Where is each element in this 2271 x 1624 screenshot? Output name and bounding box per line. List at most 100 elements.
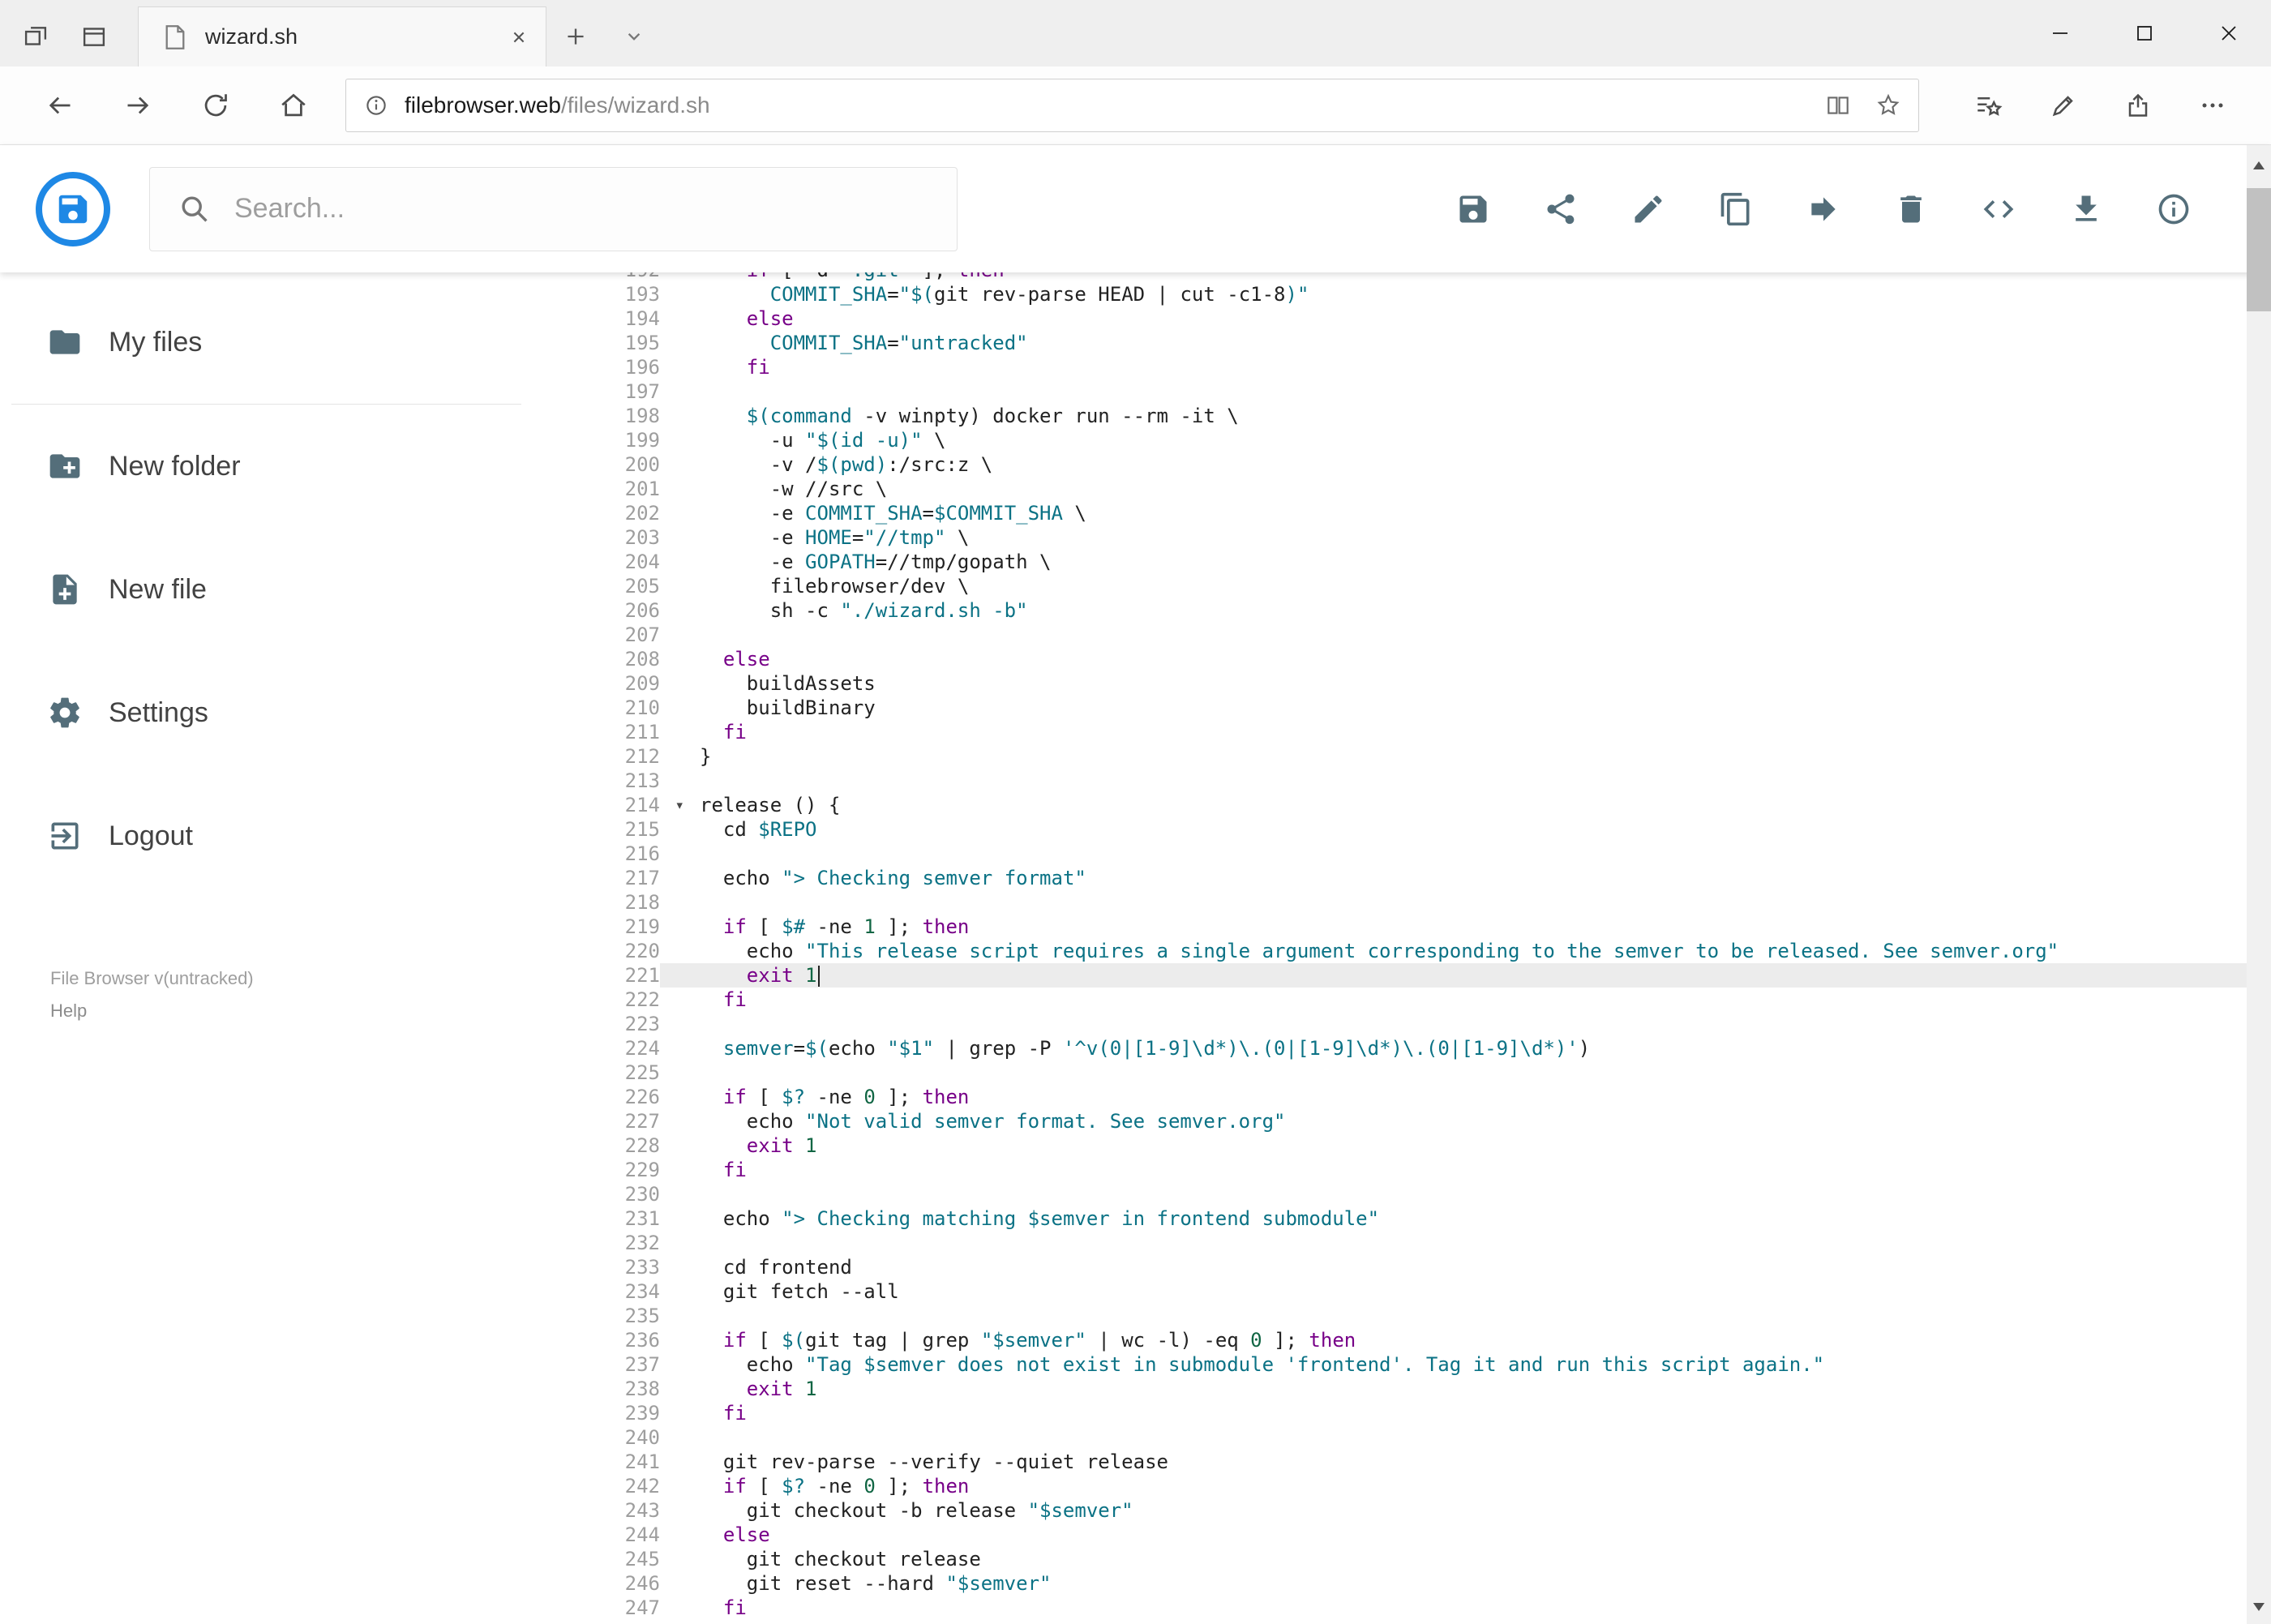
code-line[interactable]: 236 if [ $(git tag | grep "$semver" | wc… — [579, 1328, 2271, 1352]
sidebar-item-my-files[interactable]: My files — [0, 281, 579, 404]
code-line[interactable]: 207 — [579, 623, 2271, 647]
minimize-button[interactable] — [2018, 0, 2102, 66]
tab-list-button[interactable] — [605, 6, 663, 66]
code-line-text[interactable]: -e GOPATH=//tmp/gopath \ — [660, 550, 2271, 574]
code-line-text[interactable]: buildBinary — [660, 696, 2271, 720]
code-line-text[interactable]: cd $REPO — [660, 817, 2271, 842]
code-line[interactable]: 231 echo "> Checking matching $semver in… — [579, 1206, 2271, 1231]
page-info-icon[interactable] — [362, 92, 390, 119]
address-bar[interactable]: filebrowser.web/files/wizard.sh — [345, 79, 1919, 132]
code-line-text[interactable]: git reset --hard "$semver" — [660, 1571, 2271, 1596]
code-line-text[interactable] — [660, 623, 2271, 647]
sidebar-item-settings[interactable]: Settings — [0, 651, 579, 774]
code-line-text[interactable]: else — [660, 306, 2271, 331]
code-line-text[interactable]: if [ $# -ne 1 ]; then — [660, 915, 2271, 939]
code-line[interactable]: 210 buildBinary — [579, 696, 2271, 720]
code-line[interactable]: 222 fi — [579, 988, 2271, 1012]
new-tab-button[interactable] — [546, 6, 605, 66]
code-line-text[interactable]: fi — [660, 355, 2271, 379]
tab-preview-button[interactable] — [6, 6, 65, 66]
search-input[interactable] — [233, 192, 929, 225]
code-line-text[interactable] — [660, 1304, 2271, 1328]
code-line[interactable]: 240 — [579, 1425, 2271, 1450]
code-line[interactable]: 211 fi — [579, 720, 2271, 744]
fold-arrow-icon[interactable]: ▾ — [675, 793, 684, 817]
code-line[interactable]: 213 — [579, 769, 2271, 793]
code-line-text[interactable]: else — [660, 1523, 2271, 1547]
code-line-text[interactable]: $(command -v winpty) docker run --rm -it… — [660, 404, 2271, 428]
code-line-text[interactable]: semver=$(echo "$1" | grep -P '^v(0|[1-9]… — [660, 1036, 2271, 1061]
share-button[interactable] — [2101, 73, 2175, 138]
code-line[interactable]: 228 exit 1 — [579, 1133, 2271, 1158]
scroll-up-arrow-icon[interactable] — [2247, 153, 2271, 178]
code-line-text[interactable]: echo "Tag $semver does not exist in subm… — [660, 1352, 2271, 1377]
set-tabs-aside-button[interactable] — [65, 6, 123, 66]
close-button[interactable] — [2187, 0, 2271, 66]
code-line[interactable]: 242 if [ $? -ne 0 ]; then — [579, 1474, 2271, 1498]
code-line[interactable]: 230 — [579, 1182, 2271, 1206]
code-line-text[interactable]: git checkout -b release "$semver" — [660, 1498, 2271, 1523]
code-line-text[interactable]: git fetch --all — [660, 1279, 2271, 1304]
code-line-text[interactable]: release () { — [660, 793, 2271, 817]
code-line-text[interactable] — [660, 1425, 2271, 1450]
code-line-text[interactable]: exit 1 — [660, 1377, 2271, 1401]
code-line-text[interactable]: else — [660, 647, 2271, 671]
code-line[interactable]: 221 exit 1 — [579, 963, 2271, 988]
code-line-text[interactable]: -v /$(pwd):/src:z \ — [660, 452, 2271, 477]
code-line[interactable]: 209 buildAssets — [579, 671, 2271, 696]
code-line-text[interactable] — [660, 1061, 2271, 1085]
code-line-text[interactable] — [660, 1182, 2271, 1206]
code-line[interactable]: 193 COMMIT_SHA="$(git rev-parse HEAD | c… — [579, 282, 2271, 306]
move-button[interactable] — [1806, 191, 1841, 227]
search-box[interactable] — [149, 166, 958, 251]
code-line[interactable]: 200 -v /$(pwd):/src:z \ — [579, 452, 2271, 477]
code-line[interactable]: 218 — [579, 890, 2271, 915]
code-line-text[interactable]: -w //src \ — [660, 477, 2271, 501]
code-line[interactable]: 196 fi — [579, 355, 2271, 379]
code-line[interactable]: 199 -u "$(id -u)" \ — [579, 428, 2271, 452]
code-line[interactable]: 235 — [579, 1304, 2271, 1328]
sidebar-item-logout[interactable]: Logout — [0, 774, 579, 898]
code-line-text[interactable]: fi — [660, 720, 2271, 744]
code-line-text[interactable] — [660, 1231, 2271, 1255]
code-line[interactable]: 227 echo "Not valid semver format. See s… — [579, 1109, 2271, 1133]
code-line[interactable]: 203 -e HOME="//tmp" \ — [579, 525, 2271, 550]
refresh-button[interactable] — [177, 73, 255, 138]
vertical-scrollbar[interactable] — [2247, 145, 2271, 1624]
share-file-button[interactable] — [1543, 191, 1579, 227]
code-line[interactable]: 244 else — [579, 1523, 2271, 1547]
help-link[interactable]: Help — [50, 1001, 579, 1022]
code-line-text[interactable]: fi — [660, 1596, 2271, 1620]
code-line[interactable]: 216 — [579, 842, 2271, 866]
code-line[interactable]: 223 — [579, 1012, 2271, 1036]
favorite-star-icon[interactable] — [1875, 92, 1902, 119]
code-line-text[interactable] — [660, 769, 2271, 793]
code-line-text[interactable] — [660, 1012, 2271, 1036]
code-line[interactable]: 232 — [579, 1231, 2271, 1255]
scroll-down-arrow-icon[interactable] — [2247, 1595, 2271, 1619]
code-line-text[interactable]: -u "$(id -u)" \ — [660, 428, 2271, 452]
code-line-text[interactable]: if [ $? -ne 0 ]; then — [660, 1474, 2271, 1498]
code-line-text[interactable]: fi — [660, 988, 2271, 1012]
code-line-text[interactable]: sh -c "./wizard.sh -b" — [660, 598, 2271, 623]
code-line-text[interactable]: fi — [660, 1158, 2271, 1182]
code-line-text[interactable]: -e COMMIT_SHA=$COMMIT_SHA \ — [660, 501, 2271, 525]
code-line[interactable]: 238 exit 1 — [579, 1377, 2271, 1401]
code-line[interactable]: 206 sh -c "./wizard.sh -b" — [579, 598, 2271, 623]
code-line-text[interactable]: if [ -d ".git" ]; then — [660, 272, 2271, 282]
code-line[interactable]: 208 else — [579, 647, 2271, 671]
copy-button[interactable] — [1718, 191, 1754, 227]
code-line-text[interactable]: -e HOME="//tmp" \ — [660, 525, 2271, 550]
code-line[interactable]: 220 echo "This release script requires a… — [579, 939, 2271, 963]
code-line[interactable]: 192 if [ -d ".git" ]; then — [579, 272, 2271, 282]
raw-code-button[interactable] — [1981, 191, 2016, 227]
code-line-text[interactable]: filebrowser/dev \ — [660, 574, 2271, 598]
code-line-text[interactable] — [660, 890, 2271, 915]
code-line-text[interactable]: git rev-parse --verify --quiet release — [660, 1450, 2271, 1474]
scrollbar-thumb[interactable] — [2247, 188, 2271, 311]
code-line[interactable]: 233 cd frontend — [579, 1255, 2271, 1279]
code-line[interactable]: 226 if [ $? -ne 0 ]; then — [579, 1085, 2271, 1109]
code-line[interactable]: 247 fi — [579, 1596, 2271, 1620]
code-line[interactable]: 241 git rev-parse --verify --quiet relea… — [579, 1450, 2271, 1474]
code-line[interactable]: 246 git reset --hard "$semver" — [579, 1571, 2271, 1596]
